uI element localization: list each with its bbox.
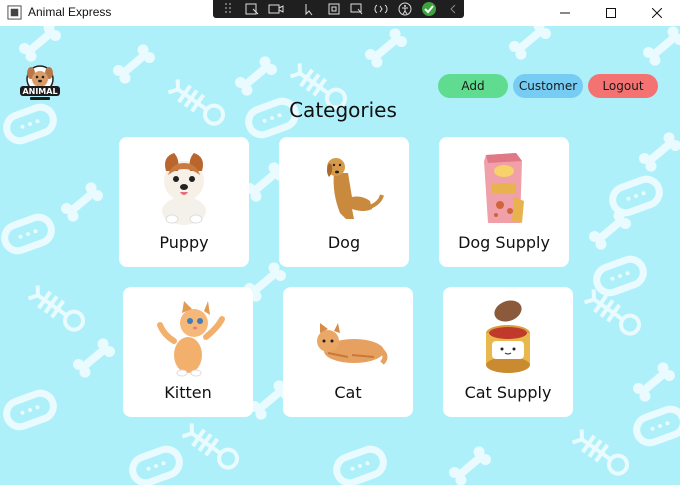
dog-food-bag-image (484, 153, 524, 223)
category-label: Cat Supply (464, 383, 552, 402)
close-button[interactable] (634, 0, 680, 26)
cat-image (317, 323, 388, 365)
hot-reload-icon[interactable] (370, 0, 392, 18)
page-title: Categories (289, 98, 397, 122)
live-visual-tree-icon[interactable] (241, 0, 263, 18)
binding-check-icon[interactable] (418, 0, 440, 18)
category-card-kitten[interactable]: Kitten (123, 287, 253, 417)
category-card-cat-supply[interactable]: Cat Supply (443, 287, 573, 417)
record-video-icon[interactable] (265, 0, 287, 18)
close-icon (652, 8, 662, 18)
category-card-dog[interactable]: Dog (279, 137, 409, 267)
minimize-icon (560, 12, 570, 14)
maximize-icon (606, 8, 616, 18)
category-label: Dog (327, 233, 361, 252)
category-card-cat[interactable]: Cat (283, 287, 413, 417)
puppy-image (162, 153, 206, 225)
window-titlebar: Animal Express (0, 0, 680, 26)
drag-handle-icon[interactable] (217, 0, 239, 18)
cat-food-can-image (486, 300, 530, 373)
logout-button[interactable]: Logout (588, 74, 658, 98)
collapse-toolbar-icon[interactable] (442, 0, 464, 18)
category-label: Puppy (159, 233, 209, 252)
category-card-puppy[interactable]: Puppy (119, 137, 249, 267)
select-element-icon[interactable] (299, 0, 321, 18)
customer-button[interactable]: Customer (513, 74, 583, 98)
accessibility-icon[interactable] (394, 0, 416, 18)
category-label: Cat (334, 383, 362, 402)
add-button[interactable]: Add (438, 74, 508, 98)
maximize-button[interactable] (588, 0, 634, 26)
minimize-button[interactable] (542, 0, 588, 26)
logo: ANIMAL (20, 65, 60, 100)
app-icon (7, 5, 22, 20)
category-card-dog-supply[interactable]: Dog Supply (439, 137, 569, 267)
category-label: Kitten (164, 383, 212, 402)
logo-text: ANIMAL (22, 87, 57, 96)
kitten-image (157, 301, 225, 377)
dog-image (327, 158, 384, 219)
display-layout-adorners-icon[interactable] (323, 0, 345, 18)
category-label: Dog Supply (458, 233, 550, 252)
track-focus-icon[interactable] (347, 0, 369, 18)
debug-toolbar (213, 0, 464, 18)
window-title: Animal Express (28, 5, 112, 19)
